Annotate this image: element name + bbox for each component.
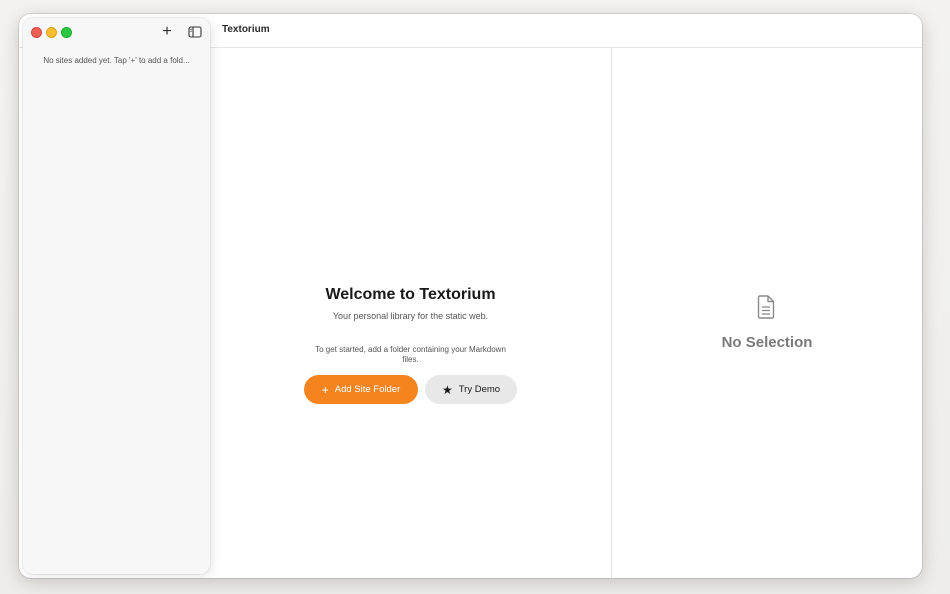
maximize-window-button[interactable] (61, 27, 72, 38)
welcome-subtitle: Your personal library for the static web… (332, 311, 489, 321)
sidebar-empty-message: No sites added yet. Tap '+' to add a fol… (43, 56, 190, 65)
add-site-folder-button[interactable]: + Add Site Folder (304, 375, 418, 404)
window-title: Textorium (222, 24, 270, 35)
add-site-folder-label: Add Site Folder (334, 384, 401, 395)
no-selection-title: No Selection (721, 334, 813, 351)
plus-icon: + (321, 382, 329, 397)
try-demo-label: Try Demo (458, 384, 501, 395)
document-icon (757, 295, 775, 319)
try-demo-button[interactable]: ★ Try Demo (425, 375, 517, 404)
minimize-window-button[interactable] (46, 27, 57, 38)
welcome-panel: Welcome to Textorium Your personal libra… (210, 48, 611, 578)
app-window: Textorium Welcome to Textorium Your pers… (19, 14, 922, 578)
welcome-title: Welcome to Textorium (325, 286, 496, 303)
add-site-button[interactable]: + (159, 23, 175, 40)
star-icon: ★ (441, 382, 453, 397)
close-window-button[interactable] (31, 27, 42, 38)
welcome-hint: To get started, add a folder containing … (315, 345, 506, 364)
sidebar: + No sites added yet. Tap '+' to add a f… (23, 18, 210, 574)
sidebar-toggle-icon[interactable] (188, 25, 202, 39)
plus-icon: + (162, 23, 172, 40)
detail-panel: No Selection (612, 48, 922, 578)
